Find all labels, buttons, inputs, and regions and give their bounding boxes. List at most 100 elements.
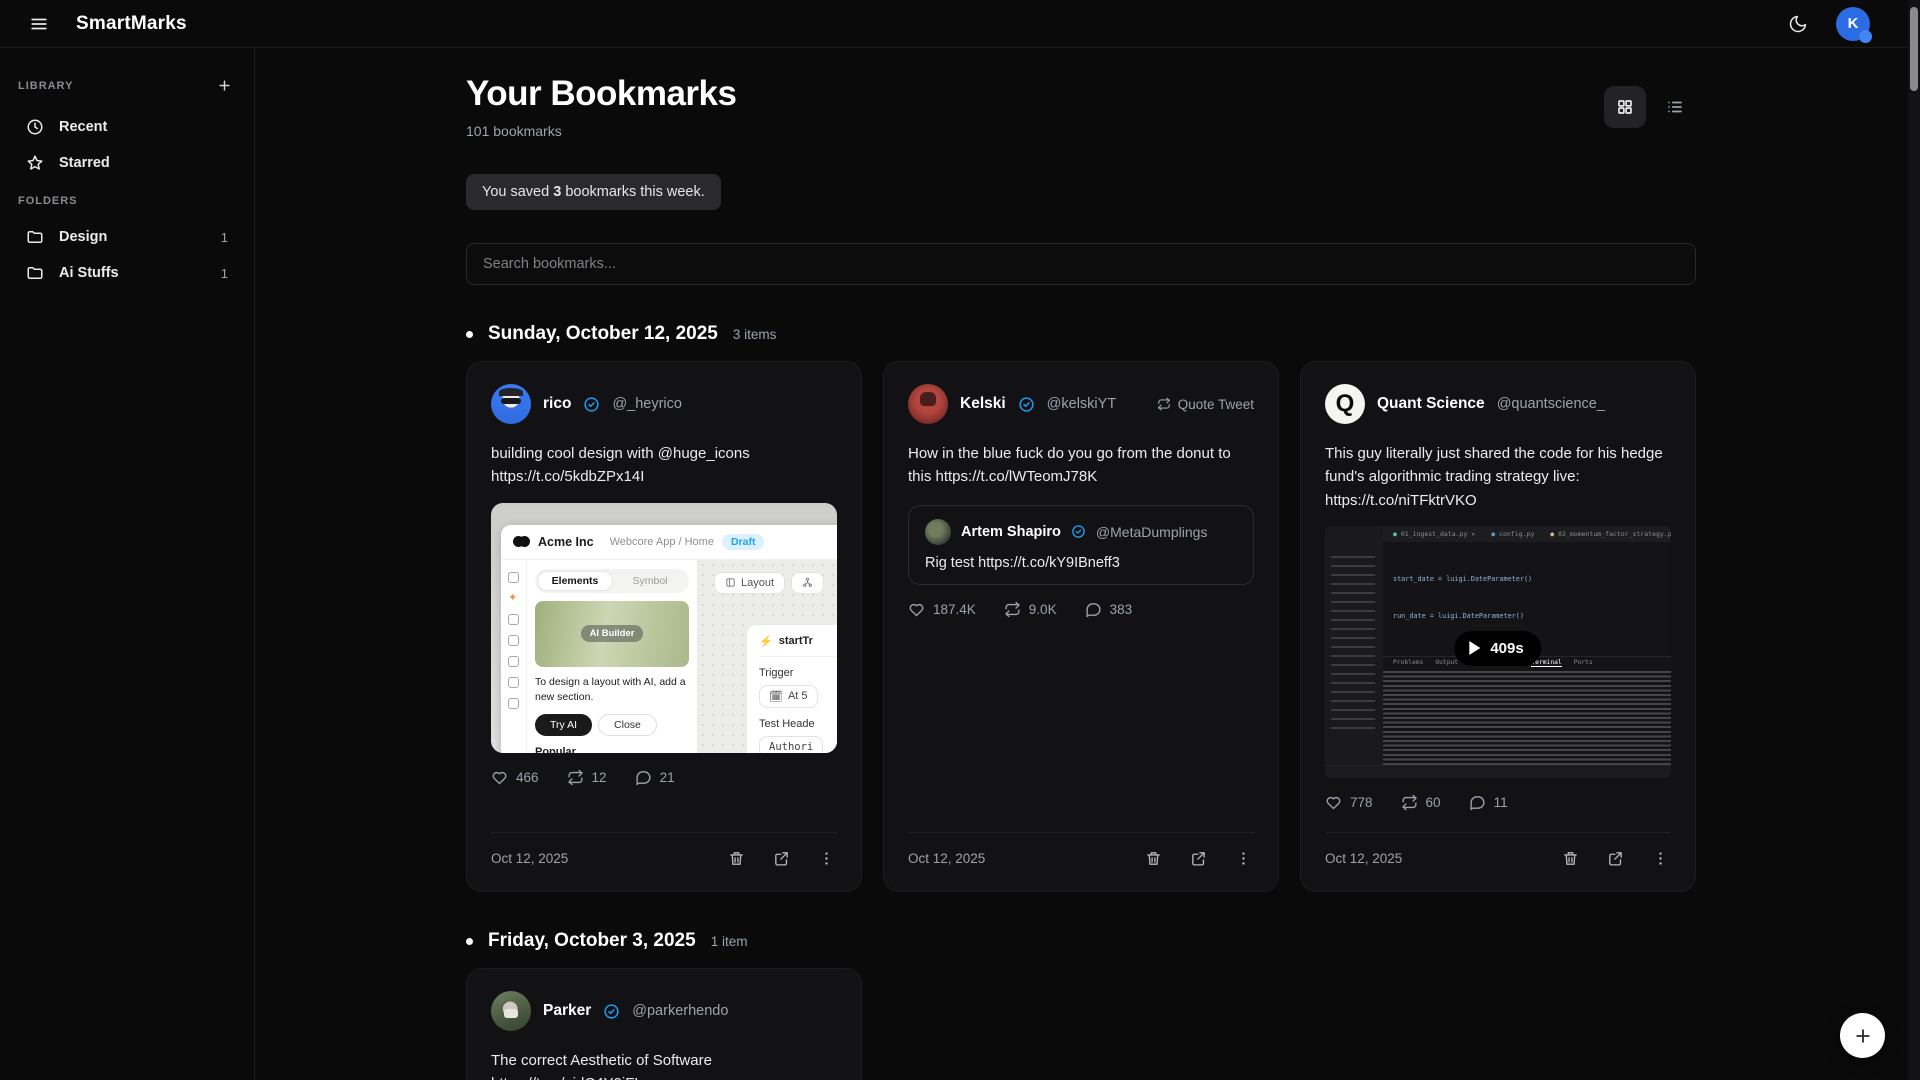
avatar-quant-science: Q xyxy=(1325,384,1365,424)
page-scrollbar[interactable] xyxy=(1908,0,1920,1080)
quote-tweet-label: Quote Tweet xyxy=(1157,397,1254,412)
landscape-thumbnail: AI Builder xyxy=(535,600,689,667)
flow-button xyxy=(791,571,825,594)
folder-icon xyxy=(26,264,44,282)
sidebar-item-starred[interactable]: Starred xyxy=(16,145,238,181)
library-section-label: LIBRARY xyxy=(18,79,74,92)
grid-view-icon xyxy=(1616,98,1634,116)
code-editor-tabs: ● 01_ingest_data.py × ● config.py ● 02_m… xyxy=(1383,525,1671,542)
company-name: Acme Inc xyxy=(538,534,594,549)
comments-stat[interactable]: 11 xyxy=(1469,794,1508,811)
more-options-button[interactable] xyxy=(1650,848,1671,869)
likes-stat[interactable]: 778 xyxy=(1325,794,1373,811)
elements-tab: Elements xyxy=(537,570,613,591)
weekly-summary-banner: You saved 3 bookmarks this week. xyxy=(466,174,721,210)
more-options-button[interactable] xyxy=(1233,848,1254,869)
sidebar-folder-ai-stuffs[interactable]: Ai Stuffs 1 xyxy=(16,255,238,291)
close-button: Close xyxy=(598,714,657,736)
popular-label: Popular xyxy=(535,746,576,753)
tweet-text: building cool design with @huge_icons ht… xyxy=(491,445,750,486)
video-duration: 409s xyxy=(1490,639,1524,657)
saved-date: Oct 12, 2025 xyxy=(491,851,569,866)
bookmark-card-kelski[interactable]: Kelski @kelskiYT Quote Tweet How in the … xyxy=(883,361,1279,892)
comments-stat[interactable]: 383 xyxy=(1085,601,1132,618)
tweet-text: This guy literally just shared the code … xyxy=(1325,445,1663,509)
comments-stat[interactable]: 21 xyxy=(635,769,675,786)
likes-stat[interactable]: 466 xyxy=(491,769,539,786)
open-external-button[interactable] xyxy=(771,848,792,869)
quoted-tweet[interactable]: Artem Shapiro @MetaDumplings Rig test ht… xyxy=(908,504,1254,585)
sidebar: LIBRARY Recent Starred FOLDERS Design 1 … xyxy=(0,48,255,1080)
page-title: Your Bookmarks xyxy=(466,74,737,113)
section-bullet xyxy=(466,937,473,945)
author-name: Quant Science xyxy=(1377,395,1485,412)
tweet-text: How in the blue fuck do you go from the … xyxy=(908,445,1231,486)
sidebar-item-recent[interactable]: Recent xyxy=(16,109,238,145)
author-handle: @parkerhendo xyxy=(632,1003,729,1019)
section-date: Friday, October 3, 2025 xyxy=(488,930,696,951)
search-input[interactable] xyxy=(466,243,1696,285)
bookmark-count: 101 bookmarks xyxy=(466,123,562,139)
author-handle: @kelskiYT xyxy=(1046,396,1117,412)
saved-date: Oct 12, 2025 xyxy=(1325,851,1403,866)
app-title: SmartMarks xyxy=(76,12,187,34)
open-external-button[interactable] xyxy=(1188,848,1209,869)
avatar-status-dot xyxy=(1859,29,1872,43)
verified-badge-icon xyxy=(583,396,600,413)
retweets-stat[interactable]: 60 xyxy=(1401,794,1441,811)
retweets-stat[interactable]: 9.0K xyxy=(1004,601,1057,618)
section-item-count: 3 items xyxy=(732,327,777,342)
folders-section-label: FOLDERS xyxy=(18,195,78,207)
delete-bookmark-button[interactable] xyxy=(1560,848,1581,869)
clock-icon xyxy=(26,118,44,136)
tool-icon-rail: ✦ xyxy=(501,559,527,753)
list-view-icon xyxy=(1666,98,1684,116)
likes-stat[interactable]: 187.4K xyxy=(908,601,976,618)
folder-icon xyxy=(26,228,44,246)
section-date: Sunday, October 12, 2025 xyxy=(488,323,718,344)
add-bookmark-fab[interactable] xyxy=(1840,1013,1885,1058)
date-section-header: Sunday, October 12, 2025 3 items xyxy=(466,323,1696,345)
avatar-parker xyxy=(491,991,531,1031)
bookmark-card-quant-science[interactable]: Q Quant Science @quantscience_ This guy … xyxy=(1300,361,1696,892)
delete-bookmark-button[interactable] xyxy=(1143,848,1164,869)
avatar-rico xyxy=(491,384,531,424)
quoted-tweet-text: Rig test https://t.co/kY9IBneff3 xyxy=(925,554,1120,571)
author-name: rico xyxy=(543,395,572,412)
video-play-button[interactable]: 409s xyxy=(1454,630,1542,666)
user-avatar[interactable]: K xyxy=(1836,6,1872,43)
author-handle: @quantscience_ xyxy=(1496,396,1605,412)
verified-badge-icon xyxy=(1018,396,1035,413)
trigger-properties-panel: ⚡ startTr Trigger 🗓 At 5 Test Heade Auth… xyxy=(746,623,837,753)
scrollbar-thumb[interactable] xyxy=(1910,7,1918,91)
sidebar-item-label: Starred xyxy=(59,155,110,171)
sidebar-folder-design[interactable]: Design 1 xyxy=(16,219,238,255)
tweet-image-design-tool[interactable]: Acme Inc Webcore App / Home Draft ✦ Elem… xyxy=(491,502,837,753)
grid-view-button[interactable] xyxy=(1604,86,1646,128)
quoted-author-handle: @MetaDumplings xyxy=(1095,523,1208,540)
more-options-button[interactable] xyxy=(816,848,837,869)
design-tool-window: Acme Inc Webcore App / Home Draft ✦ Elem… xyxy=(501,524,837,753)
retweet-icon xyxy=(567,769,584,786)
hamburger-menu-icon[interactable] xyxy=(26,11,52,37)
tweet-video-thumbnail[interactable]: ● 01_ingest_data.py × ● config.py ● 02_m… xyxy=(1325,525,1671,778)
code-editor-explorer xyxy=(1325,525,1383,765)
play-icon xyxy=(1469,641,1481,656)
sidebar-item-label: Recent xyxy=(59,119,108,135)
add-library-button[interactable] xyxy=(213,74,236,97)
banner-text: You saved xyxy=(482,184,554,200)
delete-bookmark-button[interactable] xyxy=(726,848,747,869)
ai-builder-pill: AI Builder xyxy=(580,625,644,642)
list-view-button[interactable] xyxy=(1654,86,1696,128)
retweet-icon xyxy=(1004,601,1021,618)
symbol-tab: Symbol xyxy=(632,574,668,587)
dark-mode-moon-icon[interactable] xyxy=(1784,10,1812,38)
bookmark-card-parker[interactable]: Parker @parkerhendo The correct Aestheti… xyxy=(466,968,862,1080)
open-external-button[interactable] xyxy=(1605,848,1626,869)
comment-icon xyxy=(1469,794,1486,811)
bookmark-card-rico[interactable]: rico @_heyrico building cool design with… xyxy=(466,361,862,892)
quoted-author-name: Artem Shapiro xyxy=(961,523,1061,540)
breadcrumb: Webcore App / Home xyxy=(609,535,714,548)
terminal-output xyxy=(1383,670,1671,765)
retweets-stat[interactable]: 12 xyxy=(567,769,607,786)
